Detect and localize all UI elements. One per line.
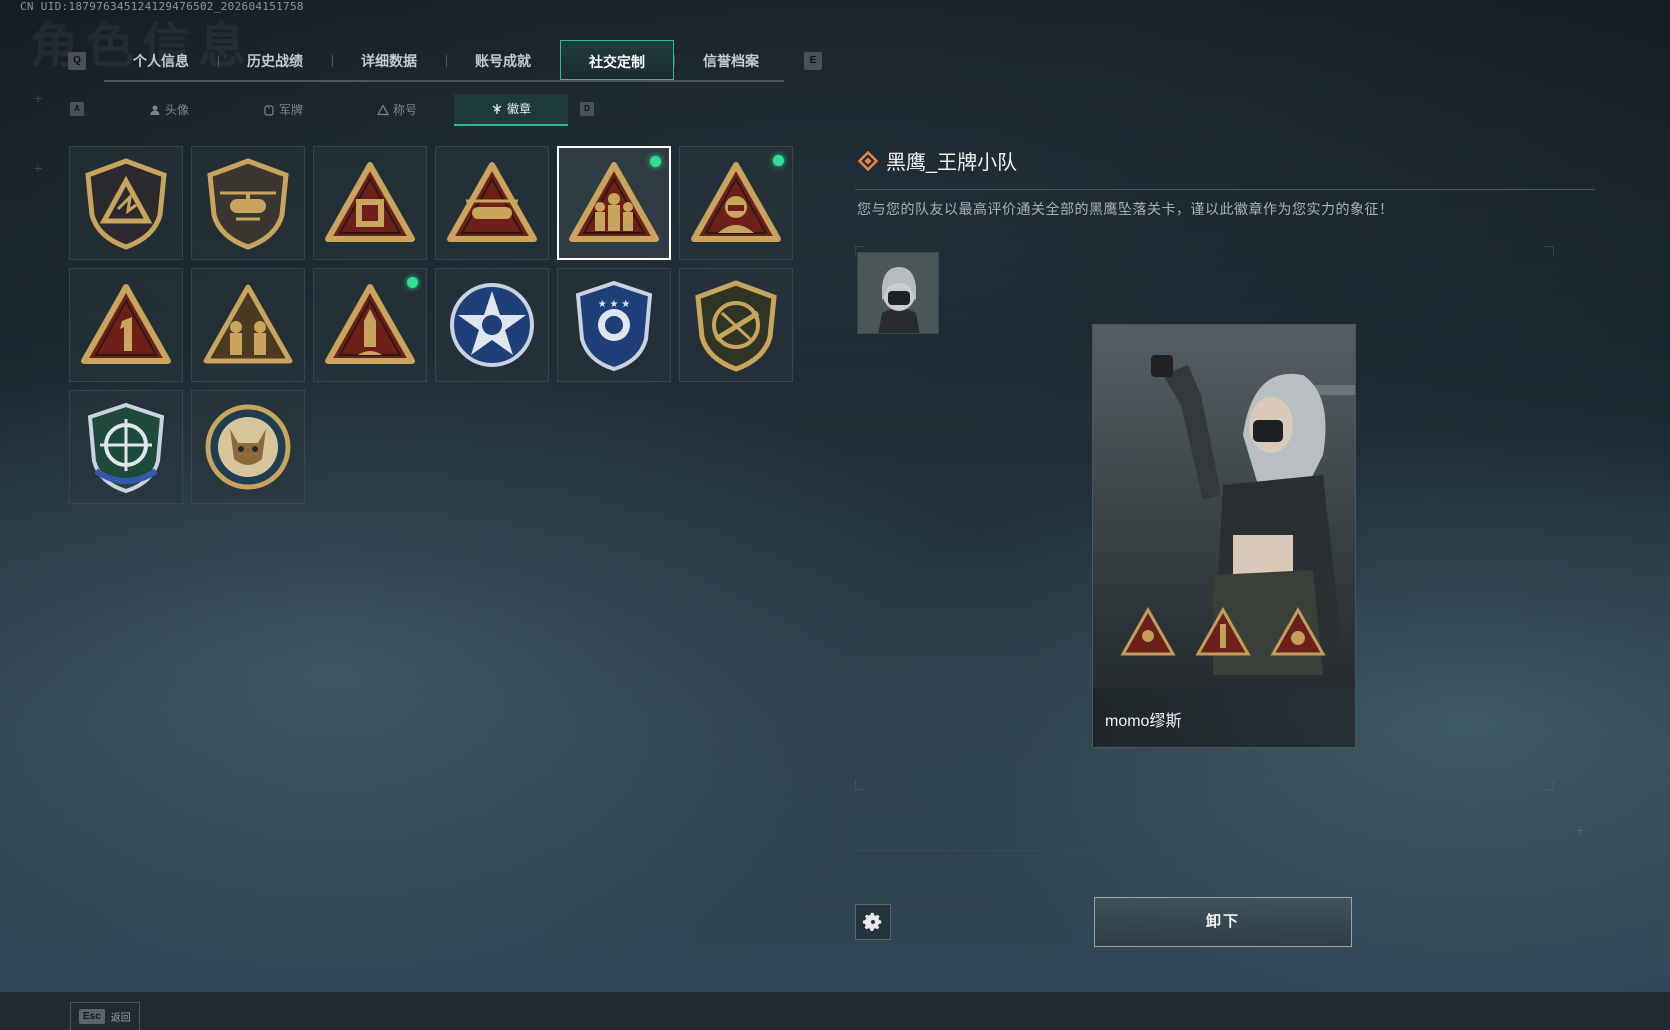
crosshair-deco-icon: + bbox=[34, 160, 43, 176]
badge-slot[interactable] bbox=[435, 268, 549, 382]
helicopter-shield-badge-icon bbox=[207, 158, 289, 250]
character-portrait bbox=[1093, 325, 1355, 747]
back-label: 返回 bbox=[110, 1013, 131, 1024]
badge-slot[interactable] bbox=[69, 146, 183, 260]
bottom-bar: Esc 返回 bbox=[0, 992, 1670, 1030]
subtab-1[interactable]: 军牌 bbox=[226, 94, 340, 126]
wing-shield-badge-icon: ★ ★ ★ bbox=[575, 280, 653, 372]
new-indicator-dot bbox=[650, 156, 661, 167]
helicopter-triangle-badge-icon bbox=[447, 162, 537, 242]
badge-slot[interactable] bbox=[313, 146, 427, 260]
tab-1[interactable]: 历史战绩 bbox=[218, 40, 332, 82]
tab-5[interactable]: 信誉档案 bbox=[674, 40, 788, 82]
soldier-triangle-badge-icon bbox=[691, 162, 781, 242]
troops-triangle-badge-icon bbox=[203, 284, 293, 364]
crosshair-shield-badge-icon bbox=[87, 402, 165, 494]
badge-title-row: 黑鹰_王牌小队 bbox=[858, 146, 1017, 175]
subtab-3[interactable]: 徽章 bbox=[454, 94, 568, 126]
tab-0[interactable]: 个人信息 bbox=[104, 40, 218, 82]
unequip-button[interactable]: 卸下 bbox=[1094, 897, 1352, 947]
subtab-label: 徽章 bbox=[506, 102, 531, 116]
settings-button[interactable] bbox=[855, 904, 891, 940]
sub-tab-bar: A 头像 军牌 称号 徽章 D bbox=[64, 94, 604, 126]
badge-slot[interactable] bbox=[435, 146, 549, 260]
main-tab-bar: Q 个人信息 历史战绩 详细数据 账号成就 社交定制 信誉档案 E bbox=[64, 40, 824, 82]
badge-slot[interactable] bbox=[557, 146, 671, 260]
missile-triangle-badge-icon bbox=[325, 284, 415, 364]
person-icon bbox=[150, 105, 160, 115]
key-hint-d[interactable]: D bbox=[580, 102, 594, 116]
dogtag-icon bbox=[264, 105, 274, 116]
tab-underline bbox=[104, 80, 784, 82]
badge-slot[interactable] bbox=[679, 146, 793, 260]
badge-description: 您与您的队友以最高评价通关全部的黑鹰坠落关卡，谨以此徽章作为您实力的象征！ bbox=[857, 201, 1394, 217]
frame-corner bbox=[1544, 780, 1554, 790]
badge-slot[interactable] bbox=[191, 146, 305, 260]
subtab-label: 称号 bbox=[392, 103, 417, 117]
key-hint-q[interactable]: Q bbox=[68, 52, 86, 70]
frame-corner bbox=[1544, 246, 1554, 256]
triangle-icon bbox=[376, 104, 389, 116]
badge-slot[interactable] bbox=[69, 390, 183, 504]
new-indicator-dot bbox=[407, 277, 418, 288]
crosshair-deco-icon: + bbox=[1576, 822, 1585, 838]
badge-slot[interactable] bbox=[191, 268, 305, 382]
key-hint-e[interactable]: E bbox=[804, 52, 822, 70]
esc-key-hint: Esc bbox=[79, 1009, 105, 1024]
player-name: momo缪斯 bbox=[1093, 689, 1355, 747]
badge-slot[interactable] bbox=[69, 268, 183, 382]
frame-corner bbox=[855, 780, 865, 790]
subtab-label: 军牌 bbox=[278, 103, 303, 117]
tab-2[interactable]: 详细数据 bbox=[332, 40, 446, 82]
new-indicator-dot bbox=[773, 155, 784, 166]
badge-title: 黑鹰_王牌小队 bbox=[886, 152, 1018, 174]
rifle-shield-badge-icon bbox=[695, 280, 777, 372]
squad-triangle-badge-icon bbox=[569, 162, 659, 242]
tab-4[interactable]: 社交定制 bbox=[560, 40, 674, 82]
divider bbox=[855, 189, 1595, 190]
diamond-icon bbox=[858, 150, 878, 171]
number-one-triangle-badge-icon bbox=[81, 284, 171, 364]
badge-slot[interactable] bbox=[313, 268, 427, 382]
lynx-round-badge-icon bbox=[205, 404, 291, 490]
fortress-triangle-badge-icon bbox=[325, 162, 415, 242]
tab-3[interactable]: 账号成就 bbox=[446, 40, 560, 82]
subtab-2[interactable]: 称号 bbox=[340, 94, 454, 126]
emblem-icon bbox=[492, 104, 502, 114]
player-avatar bbox=[857, 252, 939, 334]
badge-slot[interactable] bbox=[679, 268, 793, 382]
key-hint-a[interactable]: A bbox=[70, 102, 84, 116]
badge-grid: ★ ★ ★ bbox=[69, 146, 809, 504]
back-button[interactable]: Esc 返回 bbox=[70, 1002, 140, 1030]
subtab-0[interactable]: 头像 bbox=[112, 94, 226, 126]
gear-icon bbox=[862, 912, 882, 931]
subtab-label: 头像 bbox=[164, 103, 189, 117]
badge-slot[interactable]: ★ ★ ★ bbox=[557, 268, 671, 382]
shield-triangle-badge-icon bbox=[85, 158, 167, 250]
star-crest-badge-icon bbox=[450, 283, 534, 367]
player-card: momo缪斯 bbox=[1092, 324, 1356, 748]
badge-slot[interactable] bbox=[191, 390, 305, 504]
svg-text:★ ★ ★: ★ ★ ★ bbox=[598, 299, 630, 310]
divider bbox=[855, 850, 1590, 851]
crosshair-deco-icon: + bbox=[34, 90, 43, 106]
